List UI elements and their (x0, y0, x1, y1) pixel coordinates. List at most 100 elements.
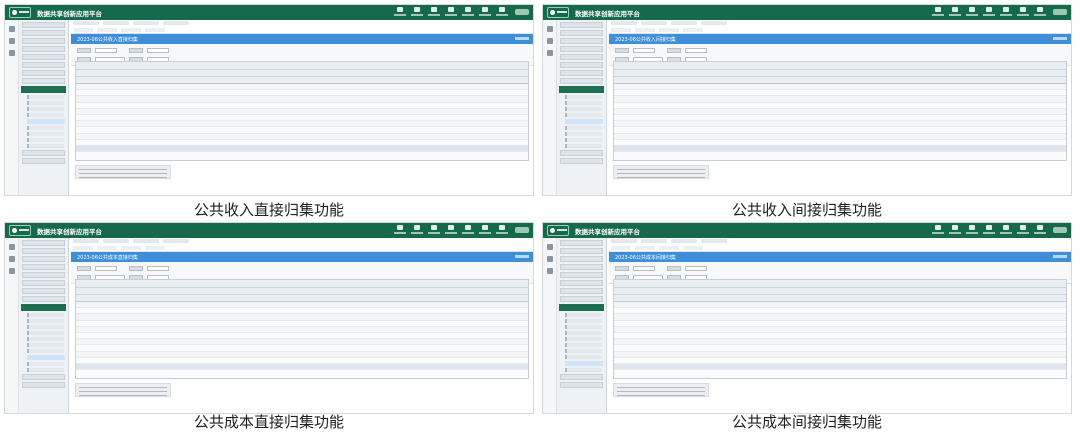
sidebar-item[interactable] (22, 256, 65, 262)
tree-node[interactable] (565, 337, 602, 341)
sidebar-item[interactable] (560, 78, 603, 84)
toolbar-icon[interactable] (427, 7, 441, 18)
tab[interactable] (611, 21, 637, 25)
tree-node[interactable] (27, 113, 64, 117)
tab[interactable] (103, 239, 129, 243)
nav-icon[interactable] (546, 50, 553, 56)
sidebar-item[interactable] (560, 46, 603, 52)
tree-node[interactable] (565, 313, 602, 317)
tree-node[interactable] (27, 349, 64, 353)
tree-node[interactable] (565, 355, 602, 359)
sidebar-item[interactable] (560, 272, 603, 278)
user-menu[interactable] (1053, 9, 1067, 15)
filter-input[interactable] (95, 266, 117, 271)
toolbar-icon[interactable] (461, 7, 475, 18)
nav-icon[interactable] (546, 26, 553, 32)
toolbar-icon[interactable] (965, 225, 979, 236)
tree-node[interactable] (27, 331, 64, 335)
toolbar-button[interactable] (73, 246, 93, 250)
nav-icon[interactable] (546, 38, 553, 44)
tab[interactable] (73, 21, 99, 25)
tree-node[interactable] (565, 343, 602, 347)
user-menu[interactable] (515, 227, 529, 233)
toolbar-icon[interactable] (393, 7, 407, 18)
sidebar-item[interactable] (22, 288, 65, 294)
tab[interactable] (701, 239, 727, 243)
period-input[interactable] (685, 266, 707, 271)
sidebar-item[interactable] (22, 272, 65, 278)
tree-node[interactable] (27, 132, 64, 136)
sidebar-item[interactable] (22, 374, 65, 380)
tree-node-selected[interactable] (27, 355, 65, 360)
user-menu[interactable] (1053, 227, 1067, 233)
toolbar-icon[interactable] (495, 225, 509, 236)
tree-node[interactable] (565, 101, 602, 105)
nav-icon[interactable] (8, 38, 15, 44)
tab[interactable] (611, 239, 637, 243)
sidebar-item[interactable] (560, 22, 603, 28)
sidebar-item[interactable] (22, 280, 65, 286)
sidebar-item[interactable] (560, 288, 603, 294)
toolbar-button[interactable] (97, 246, 117, 250)
sidebar-item[interactable] (22, 240, 65, 246)
toolbar-icon[interactable] (461, 225, 475, 236)
toolbar-icon[interactable] (999, 7, 1013, 18)
tree-node[interactable] (565, 132, 602, 136)
sidebar-item[interactable] (22, 70, 65, 76)
toolbar-button[interactable] (659, 246, 679, 250)
sidebar-item[interactable] (22, 150, 65, 156)
toolbar-icon[interactable] (495, 7, 509, 18)
nav-icon[interactable] (8, 50, 15, 56)
tab[interactable] (671, 21, 697, 25)
tree-node[interactable] (27, 313, 64, 317)
nav-icon[interactable] (8, 256, 15, 262)
sidebar-item[interactable] (22, 158, 65, 164)
sidebar-item[interactable] (22, 54, 65, 60)
toolbar-icon[interactable] (410, 7, 424, 18)
tree-node[interactable] (27, 126, 64, 130)
tab[interactable] (701, 21, 727, 25)
toolbar-icon[interactable] (948, 225, 962, 236)
tree-node[interactable] (27, 325, 64, 329)
toolbar-button[interactable] (635, 246, 655, 250)
sidebar-item[interactable] (560, 38, 603, 44)
toolbar-icon[interactable] (427, 225, 441, 236)
toolbar-icon[interactable] (444, 7, 458, 18)
toolbar-icon[interactable] (1033, 7, 1047, 18)
sidebar-item[interactable] (22, 38, 65, 44)
sidebar-item-active[interactable] (559, 86, 604, 93)
toolbar-button[interactable] (97, 28, 117, 32)
sidebar-item[interactable] (22, 30, 65, 36)
tree-node[interactable] (27, 362, 64, 366)
period-input[interactable] (147, 48, 169, 53)
toolbar-button[interactable] (683, 28, 703, 32)
sidebar-item[interactable] (560, 70, 603, 76)
tree-node[interactable] (27, 138, 64, 142)
sidebar-item[interactable] (560, 248, 603, 254)
sidebar-item[interactable] (560, 264, 603, 270)
tree-node[interactable] (27, 343, 64, 347)
nav-icon[interactable] (546, 244, 553, 250)
toolbar-button[interactable] (121, 246, 141, 250)
tree-node[interactable] (565, 138, 602, 142)
toolbar-button[interactable] (145, 246, 165, 250)
tree-node[interactable] (565, 368, 602, 372)
sidebar-item[interactable] (560, 280, 603, 286)
sidebar-item[interactable] (22, 78, 65, 84)
sidebar-item[interactable] (560, 374, 603, 380)
tree-node[interactable] (565, 113, 602, 117)
tab[interactable] (73, 239, 99, 243)
tree-node[interactable] (565, 95, 602, 99)
toolbar-button[interactable] (635, 28, 655, 32)
sidebar-item-active[interactable] (559, 304, 604, 311)
sidebar-item[interactable] (560, 158, 603, 164)
sidebar-item[interactable] (22, 248, 65, 254)
tree-node[interactable] (27, 95, 64, 99)
sidebar-item[interactable] (22, 264, 65, 270)
nav-icon[interactable] (546, 268, 553, 274)
tab[interactable] (133, 239, 159, 243)
toolbar-icon[interactable] (965, 7, 979, 18)
user-menu[interactable] (515, 9, 529, 15)
period-input[interactable] (685, 48, 707, 53)
sidebar-item[interactable] (22, 62, 65, 68)
